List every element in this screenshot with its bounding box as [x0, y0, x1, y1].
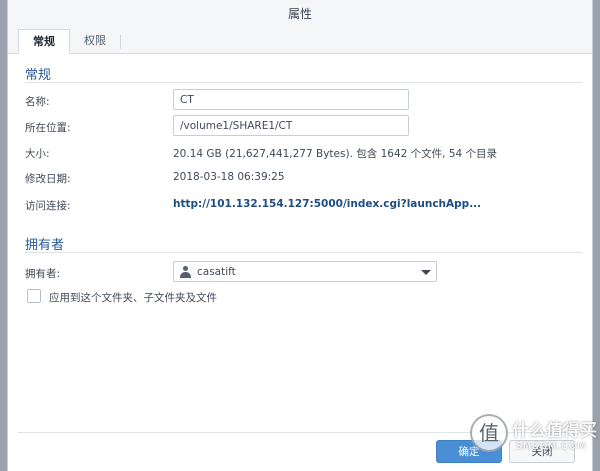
- properties-dialog: 属性 常规 权限 常规 名称: 所在位置: 大小: 20.14 GB (21,6…: [7, 0, 593, 471]
- name-input[interactable]: [173, 89, 409, 110]
- tab-general[interactable]: 常规: [18, 29, 70, 54]
- dialog-title: 属性: [8, 0, 592, 29]
- size-label: 大小:: [25, 148, 50, 160]
- apply-recursive-checkbox[interactable]: [27, 289, 41, 303]
- user-icon: [180, 265, 191, 278]
- ok-button[interactable]: 确定: [436, 440, 502, 463]
- access-link[interactable]: http://101.132.154.127:5000/index.cgi?la…: [173, 198, 481, 210]
- owner-section-divider: [25, 252, 582, 253]
- footer-divider: [18, 432, 584, 433]
- chevron-down-icon[interactable]: [421, 270, 431, 275]
- owner-select-value: casatift: [197, 265, 236, 278]
- tab-bar: 常规 权限: [8, 29, 592, 54]
- modified-date-label: 修改日期:: [25, 173, 71, 185]
- general-section-divider: [25, 82, 582, 83]
- modified-date-value: 2018-03-18 06:39:25: [173, 171, 285, 183]
- apply-recursive-label: 应用到这个文件夹、子文件夹及文件: [49, 292, 217, 304]
- access-link-label: 访问连接:: [25, 200, 71, 212]
- tab-divider: [120, 35, 121, 49]
- tab-permissions[interactable]: 权限: [70, 29, 120, 54]
- general-section-title: 常规: [25, 68, 52, 83]
- owner-label: 拥有者:: [25, 268, 61, 280]
- name-label: 名称:: [25, 96, 50, 108]
- size-value: 20.14 GB (21,627,441,277 Bytes). 包含 1642…: [173, 148, 498, 160]
- close-button[interactable]: 关闭: [509, 440, 575, 463]
- location-input[interactable]: [173, 115, 409, 136]
- owner-section-title: 拥有者: [25, 238, 65, 253]
- owner-select[interactable]: casatift: [173, 261, 437, 282]
- location-label: 所在位置:: [25, 122, 71, 134]
